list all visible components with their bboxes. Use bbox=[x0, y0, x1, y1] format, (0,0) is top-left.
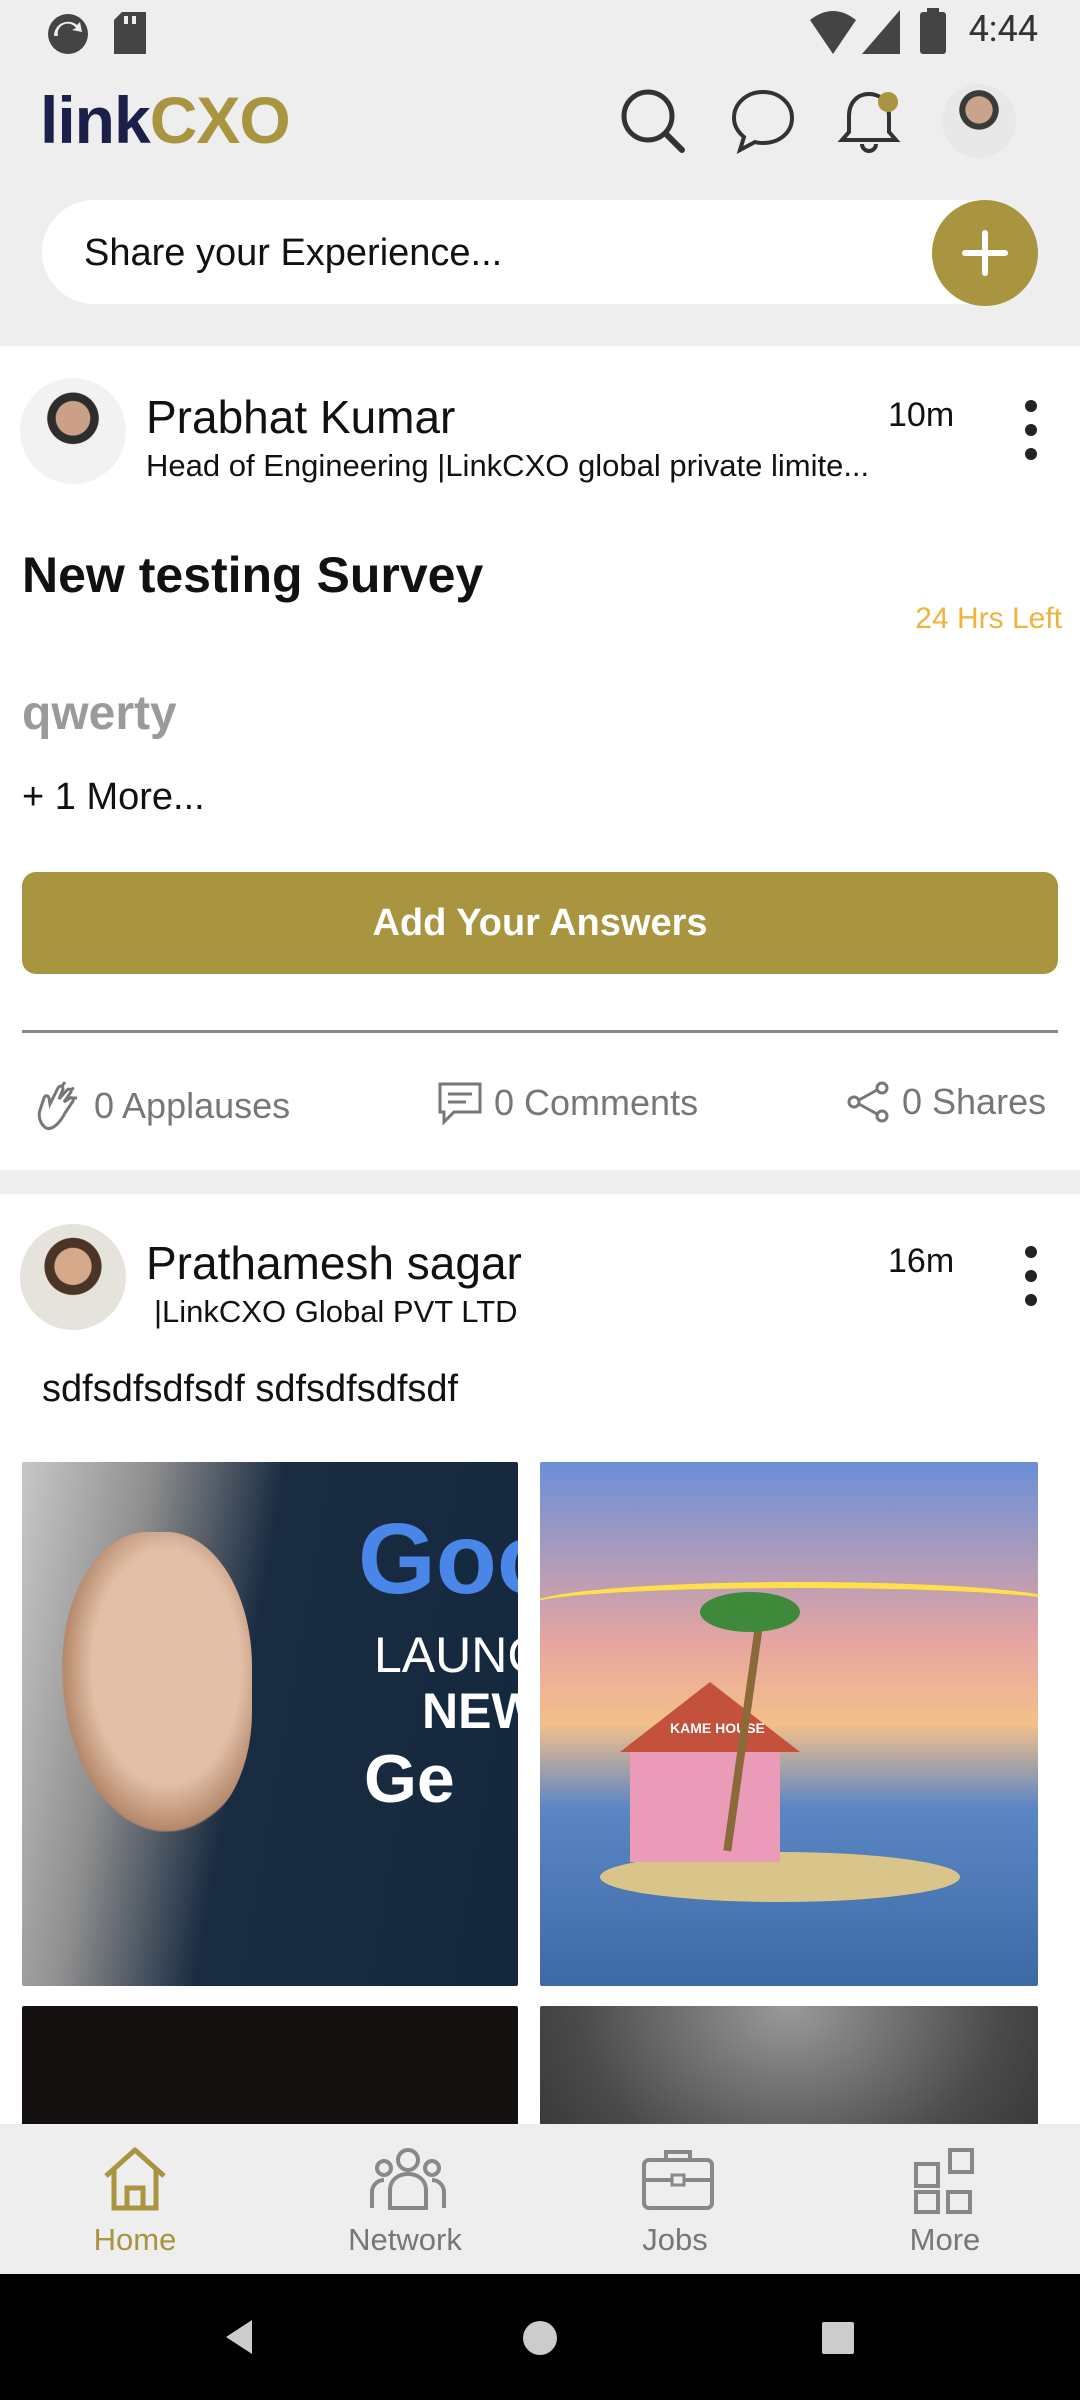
post-image[interactable]: Goo LAUNC NEW Ge bbox=[22, 1462, 518, 1986]
post-text: sdfsdfsdfsdf sdfsdfsdfsdf bbox=[42, 1368, 459, 1410]
search-icon[interactable] bbox=[618, 86, 688, 156]
post-card: Prathamesh sagar |LinkCXO Global PVT LTD… bbox=[0, 1194, 1080, 2124]
home-icon bbox=[104, 2147, 166, 2211]
notification-bell-icon[interactable] bbox=[834, 86, 904, 156]
image-text: LAUNC bbox=[374, 1627, 518, 1683]
author-name[interactable]: Prabhat Kumar bbox=[146, 390, 455, 444]
nav-more[interactable]: More bbox=[810, 2124, 1080, 2274]
survey-question: qwerty bbox=[22, 687, 177, 740]
share-experience-input[interactable]: Share your Experience... bbox=[42, 200, 1038, 304]
nav-home[interactable]: Home bbox=[0, 2124, 270, 2274]
author-avatar[interactable] bbox=[20, 378, 126, 484]
comment-count: 0 Comments bbox=[494, 1082, 699, 1123]
battery-icon bbox=[920, 8, 946, 54]
comment-icon bbox=[438, 1082, 482, 1126]
bottom-navigation: Home Network Jobs More bbox=[0, 2124, 1080, 2274]
profile-avatar[interactable] bbox=[942, 84, 1016, 158]
image-text: Ge bbox=[364, 1741, 455, 1817]
image-text: NEW bbox=[422, 1683, 518, 1739]
app-logo[interactable]: linkCXO bbox=[40, 82, 291, 158]
author-name[interactable]: Prathamesh sagar bbox=[146, 1236, 522, 1290]
share-button[interactable]: 0 Shares bbox=[846, 1080, 1046, 1124]
nav-network[interactable]: Network bbox=[270, 2124, 540, 2274]
back-icon[interactable] bbox=[222, 2318, 256, 2356]
nav-label: Home bbox=[93, 2222, 177, 2257]
nav-jobs[interactable]: Jobs bbox=[540, 2124, 810, 2274]
applause-icon bbox=[37, 1081, 77, 1131]
logo-cxo-text: CXO bbox=[149, 83, 291, 157]
image-text: KAME HOUSE bbox=[670, 1720, 765, 1736]
sync-icon bbox=[48, 14, 88, 54]
nav-label: Network bbox=[348, 2222, 462, 2257]
logo-text: link bbox=[40, 83, 151, 157]
share-icon bbox=[847, 1081, 889, 1123]
briefcase-icon bbox=[642, 2150, 714, 2210]
share-count: 0 Shares bbox=[902, 1081, 1047, 1122]
post-time: 16m bbox=[888, 1242, 955, 1280]
image-text: Goo bbox=[358, 1503, 518, 1615]
house-roof-graphic bbox=[620, 1682, 800, 1752]
house-graphic bbox=[630, 1742, 780, 1862]
robot-face-graphic bbox=[62, 1532, 252, 1832]
create-post-button[interactable] bbox=[932, 200, 1038, 306]
grid-icon bbox=[914, 2148, 974, 2214]
applause-count: 0 Applauses bbox=[94, 1085, 291, 1126]
applause-button[interactable]: 0 Applauses bbox=[32, 1080, 290, 1132]
system-navigation-bar bbox=[0, 2274, 1080, 2400]
add-answers-button[interactable]: Add Your Answers bbox=[22, 872, 1058, 974]
status-time: 4:44 bbox=[968, 8, 1038, 50]
author-avatar[interactable] bbox=[20, 1224, 126, 1330]
home-button-icon[interactable] bbox=[522, 2320, 558, 2356]
network-icon bbox=[370, 2148, 446, 2210]
post-image[interactable]: KAME HOUSE bbox=[540, 1462, 1038, 1986]
post-image[interactable] bbox=[22, 2006, 518, 2124]
comments-button[interactable]: 0 Comments bbox=[436, 1080, 698, 1126]
more-questions-link[interactable]: + 1 More... bbox=[22, 776, 205, 819]
post-image[interactable] bbox=[540, 2006, 1038, 2124]
chat-icon[interactable] bbox=[728, 86, 798, 156]
nav-label: Jobs bbox=[642, 2222, 708, 2257]
survey-title: New testing Survey bbox=[22, 547, 484, 603]
recents-icon[interactable] bbox=[822, 2322, 854, 2354]
author-subtitle: Head of Engineering |LinkCXO global priv… bbox=[146, 448, 870, 483]
sd-card-icon bbox=[114, 12, 146, 54]
post-card: Prabhat Kumar Head of Engineering |LinkC… bbox=[0, 346, 1080, 1170]
post-time: 10m bbox=[888, 396, 955, 434]
wifi-icon bbox=[810, 11, 856, 54]
divider bbox=[22, 1030, 1058, 1033]
nav-label: More bbox=[909, 2222, 981, 2257]
share-placeholder: Share your Experience... bbox=[84, 232, 503, 274]
post-menu-icon[interactable] bbox=[1024, 1246, 1038, 1306]
status-bar: 4:44 bbox=[0, 0, 1080, 66]
time-left-badge: 24 Hrs Left bbox=[915, 602, 1062, 635]
post-menu-icon[interactable] bbox=[1024, 400, 1038, 460]
author-subtitle: |LinkCXO Global PVT LTD bbox=[154, 1294, 518, 1329]
signal-icon bbox=[862, 10, 900, 54]
palm-leaves-graphic bbox=[700, 1592, 800, 1632]
